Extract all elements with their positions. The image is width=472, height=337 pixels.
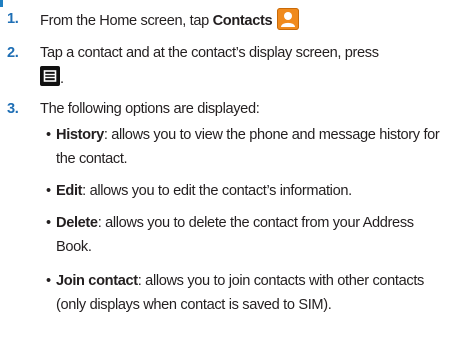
- option-line-1: History: allows you to view the phone an…: [56, 124, 440, 146]
- bullet: •: [46, 127, 51, 143]
- section-edge-mark: [0, 0, 3, 7]
- option-term: History: [56, 127, 104, 143]
- option-line-2: Book.: [56, 239, 92, 255]
- bullet: •: [46, 215, 51, 231]
- step-text: Tap a contact and at the contact’s displ…: [40, 45, 379, 61]
- step-text-bold: Contacts: [212, 13, 273, 29]
- option-line-2: (only displays when contact is saved to …: [56, 297, 332, 313]
- option-line-1: Delete: allows you to delete the contact…: [56, 212, 414, 234]
- step-number: 3.: [7, 101, 19, 117]
- menu-key-icon: [40, 66, 60, 86]
- step-text: The following options are displayed:: [40, 101, 260, 117]
- option-line-1: Join contact: allows you to join contact…: [56, 270, 424, 292]
- option-line-2: the contact.: [56, 151, 128, 167]
- bullet: •: [46, 273, 51, 289]
- bullet: •: [46, 183, 51, 199]
- option-term: Join contact: [56, 273, 138, 289]
- option-line-1: Edit: allows you to edit the contact’s i…: [56, 180, 352, 202]
- step-number: 2.: [7, 45, 19, 61]
- contacts-app-icon: [277, 8, 300, 30]
- manual-page: 1. From the Home screen, tap Contacts 2.…: [0, 0, 472, 337]
- step-text-plain: From the Home screen, tap: [40, 13, 213, 29]
- option-description: : allows you to edit the contact’s infor…: [82, 183, 352, 199]
- option-term: Delete: [56, 215, 98, 231]
- step-text-suffix: .: [60, 71, 64, 87]
- step-text: .: [40, 66, 64, 90]
- option-description: : allows you to delete the contact from …: [97, 215, 414, 231]
- step-text: From the Home screen, tap Contacts: [40, 8, 300, 32]
- option-term: Edit: [56, 183, 83, 199]
- step-number: 1.: [7, 11, 19, 27]
- option-description: : allows you to view the phone and messa…: [103, 127, 440, 143]
- option-description: : allows you to join contacts with other…: [137, 273, 425, 289]
